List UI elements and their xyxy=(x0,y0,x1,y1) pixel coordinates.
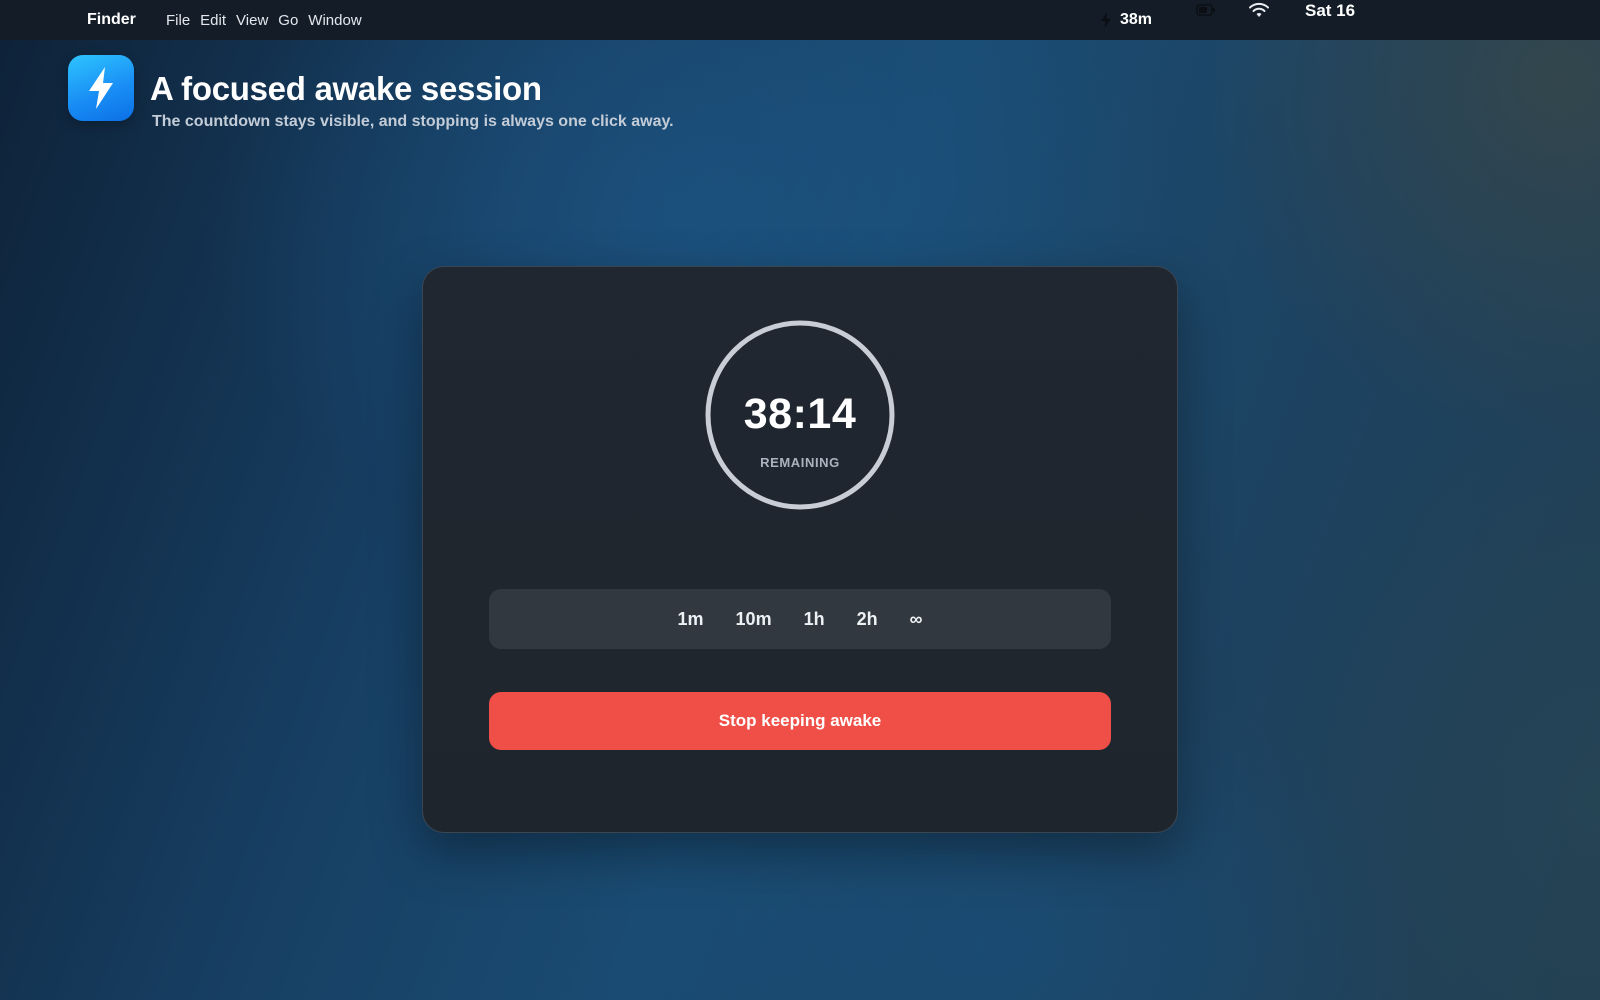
menu-bar: Finder File Edit View Go Window 38m Sat … xyxy=(0,0,1600,40)
menu-clock[interactable]: Sat 16 xyxy=(1305,1,1355,21)
session-card: 38:14 REMAINING 1m 10m 1h 2h ∞ Stop keep… xyxy=(422,266,1178,833)
app-icon xyxy=(68,55,134,121)
status-timer[interactable]: 38m xyxy=(1100,11,1152,29)
stop-keeping-awake-button[interactable]: Stop keeping awake xyxy=(489,692,1111,750)
menu-edit[interactable]: Edit xyxy=(200,12,226,29)
countdown-time: 38:14 xyxy=(743,390,857,438)
bolt-icon xyxy=(1101,12,1111,28)
status-timer-label: 38m xyxy=(1120,11,1153,28)
duration-2h-button[interactable]: 2h xyxy=(841,603,894,636)
wifi-icon[interactable] xyxy=(1248,1,1270,19)
countdown-ring: 38:14 REMAINING xyxy=(705,320,895,510)
duration-10m-button[interactable]: 10m xyxy=(720,603,788,636)
menu-view[interactable]: View xyxy=(236,12,268,29)
duration-1h-button[interactable]: 1h xyxy=(788,603,841,636)
page-subtitle: The countdown stays visible, and stoppin… xyxy=(152,113,674,130)
menu-app-name[interactable]: Finder xyxy=(87,11,136,29)
menu-items: File Edit View Go Window xyxy=(166,12,372,29)
bolt-icon xyxy=(89,67,113,109)
status-area: 38m Sat 16 xyxy=(1100,1,1355,29)
battery-icon[interactable] xyxy=(1196,3,1216,17)
menu-file[interactable]: File xyxy=(166,12,190,29)
page-title: A focused awake session xyxy=(150,70,542,107)
menu-window[interactable]: Window xyxy=(308,12,361,29)
countdown-label: REMAINING xyxy=(760,455,840,470)
duration-1m-button[interactable]: 1m xyxy=(662,603,720,636)
menu-go[interactable]: Go xyxy=(278,12,298,29)
duration-selector: 1m 10m 1h 2h ∞ xyxy=(489,589,1111,649)
duration-infinite-button[interactable]: ∞ xyxy=(894,603,939,636)
